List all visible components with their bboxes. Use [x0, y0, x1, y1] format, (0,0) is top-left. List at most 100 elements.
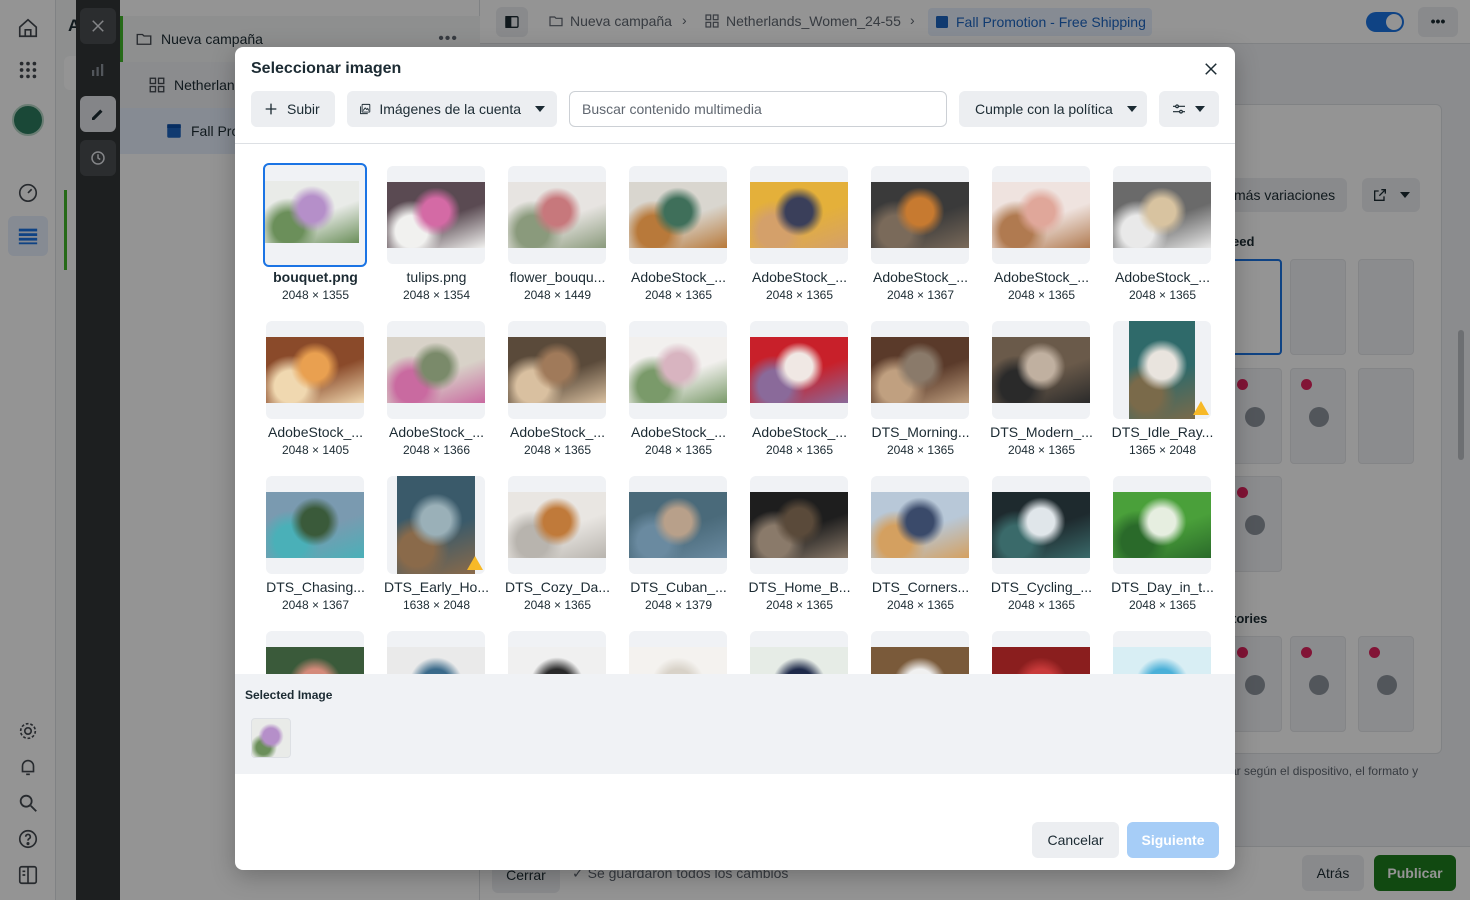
policy-filter-dropdown[interactable]: Cumple con la política — [959, 91, 1147, 127]
media-name: tulips.png — [406, 269, 467, 285]
media-card[interactable]: DTS_Modern_... 2048 × 1365 — [985, 321, 1098, 471]
media-card[interactable]: AdobeStock_... 2048 × 1365 — [622, 321, 735, 471]
media-card[interactable]: AdobeStock_... 2048 × 1365 — [1106, 166, 1219, 316]
media-thumbnail — [266, 476, 364, 574]
photo-preview — [629, 337, 727, 403]
media-dimensions: 2048 × 1379 — [644, 598, 713, 612]
media-card[interactable]: AdobeStock_... 2048 × 1365 — [743, 321, 856, 471]
media-dimensions: 2048 × 1365 — [765, 598, 834, 612]
media-card[interactable] — [259, 631, 372, 674]
photo-preview — [871, 182, 969, 248]
media-card[interactable]: DTS_Morning... 2048 × 1365 — [864, 321, 977, 471]
media-name: DTS_Early_Ho... — [383, 579, 490, 595]
image-library-icon — [360, 103, 371, 115]
media-thumbnail — [750, 321, 848, 419]
media-card[interactable] — [985, 631, 1098, 674]
media-thumbnail — [992, 476, 1090, 574]
media-card[interactable]: DTS_Home_B... 2048 × 1365 — [743, 476, 856, 626]
media-dimensions: 2048 × 1365 — [1007, 288, 1076, 302]
media-thumbnail — [871, 631, 969, 674]
media-name: AdobeStock_... — [994, 269, 1089, 285]
media-card[interactable] — [622, 631, 735, 674]
media-name: DTS_Modern_... — [990, 424, 1093, 440]
media-card[interactable]: AdobeStock_... 2048 × 1367 — [864, 166, 977, 316]
media-search-input[interactable] — [569, 91, 947, 127]
media-name: flower_bouqu... — [509, 269, 606, 285]
selected-image-thumbnail[interactable] — [251, 718, 291, 758]
warning-icon — [467, 556, 483, 570]
media-thumbnail — [387, 321, 485, 419]
media-card[interactable]: DTS_Cozy_Da... 2048 × 1365 — [501, 476, 614, 626]
media-name: AdobeStock_... — [510, 424, 605, 440]
media-card[interactable] — [501, 631, 614, 674]
media-card[interactable] — [864, 631, 977, 674]
media-card[interactable]: AdobeStock_... 2048 × 1366 — [380, 321, 493, 471]
media-card[interactable]: bouquet.png 2048 × 1355 — [259, 163, 372, 316]
media-dimensions: 2048 × 1365 — [765, 443, 834, 457]
media-card[interactable]: tulips.png 2048 × 1354 — [380, 166, 493, 316]
media-dimensions: 2048 × 1365 — [1128, 288, 1197, 302]
media-card[interactable]: AdobeStock_... 2048 × 1365 — [743, 166, 856, 316]
close-icon[interactable] — [1199, 57, 1223, 81]
media-card[interactable]: DTS_Early_Ho... 1638 × 2048 — [380, 476, 493, 626]
select-image-dialog: Seleccionar imagen Subir Imágenes de la … — [235, 47, 1235, 870]
photo-preview — [397, 476, 475, 574]
photo-preview — [871, 337, 969, 403]
media-dimensions: 2048 × 1365 — [1128, 598, 1197, 612]
media-dimensions: 2048 × 1365 — [644, 288, 713, 302]
media-thumbnail — [263, 163, 367, 267]
cancel-button[interactable]: Cancelar — [1032, 822, 1119, 858]
media-thumbnail — [629, 166, 727, 264]
media-card[interactable]: flower_bouqu... 2048 × 1449 — [501, 166, 614, 316]
media-name: AdobeStock_... — [631, 269, 726, 285]
media-card[interactable]: AdobeStock_... 2048 × 1405 — [259, 321, 372, 471]
media-thumbnail — [1113, 321, 1211, 419]
media-dimensions: 2048 × 1365 — [644, 443, 713, 457]
button-label: Subir — [287, 101, 320, 117]
media-dimensions: 2048 × 1365 — [886, 443, 955, 457]
next-button[interactable]: Siguiente — [1127, 822, 1219, 858]
photo-preview — [387, 337, 485, 403]
photo-preview — [750, 182, 848, 248]
media-card[interactable]: AdobeStock_... 2048 × 1365 — [501, 321, 614, 471]
media-name: AdobeStock_... — [752, 269, 847, 285]
photo-preview — [750, 337, 848, 403]
media-name: DTS_Idle_Ray... — [1111, 424, 1214, 440]
media-card[interactable]: AdobeStock_... 2048 × 1365 — [985, 166, 1098, 316]
photo-preview — [629, 647, 727, 674]
photo-preview — [387, 182, 485, 248]
media-card[interactable]: DTS_Cycling_... 2048 × 1365 — [985, 476, 1098, 626]
media-dimensions: 2048 × 1405 — [281, 443, 350, 457]
photo-preview — [387, 647, 485, 674]
media-thumbnail — [629, 476, 727, 574]
media-card[interactable] — [380, 631, 493, 674]
media-card[interactable]: DTS_Corners... 2048 × 1365 — [864, 476, 977, 626]
media-thumbnail — [508, 166, 606, 264]
media-card[interactable]: DTS_Chasing... 2048 × 1367 — [259, 476, 372, 626]
media-thumbnail — [871, 321, 969, 419]
media-thumbnail — [629, 631, 727, 674]
media-card[interactable]: DTS_Cuban_... 2048 × 1379 — [622, 476, 735, 626]
media-card[interactable] — [743, 631, 856, 674]
media-card[interactable]: AdobeStock_... 2048 × 1365 — [622, 166, 735, 316]
media-card[interactable] — [1106, 631, 1219, 674]
media-dimensions: 2048 × 1365 — [523, 443, 592, 457]
upload-button[interactable]: Subir — [251, 91, 335, 127]
photo-preview — [992, 492, 1090, 558]
photo-preview — [1129, 321, 1195, 419]
media-thumbnail — [508, 476, 606, 574]
media-dimensions: 2048 × 1355 — [281, 288, 350, 302]
media-thumbnail — [750, 476, 848, 574]
media-card[interactable]: DTS_Idle_Ray... 1365 × 2048 — [1106, 321, 1219, 471]
media-name: bouquet.png — [273, 269, 358, 285]
media-dimensions: 2048 × 1449 — [523, 288, 592, 302]
photo-preview — [508, 182, 606, 248]
filter-settings-button[interactable] — [1159, 91, 1219, 127]
warning-icon — [1193, 401, 1209, 415]
media-source-dropdown[interactable]: Imágenes de la cuenta — [347, 91, 557, 127]
media-card[interactable]: DTS_Day_in_t... 2048 × 1365 — [1106, 476, 1219, 626]
chevron-down-icon — [1126, 106, 1137, 112]
media-thumbnail — [629, 321, 727, 419]
photo-preview — [992, 647, 1090, 674]
photo-preview — [1113, 647, 1211, 674]
